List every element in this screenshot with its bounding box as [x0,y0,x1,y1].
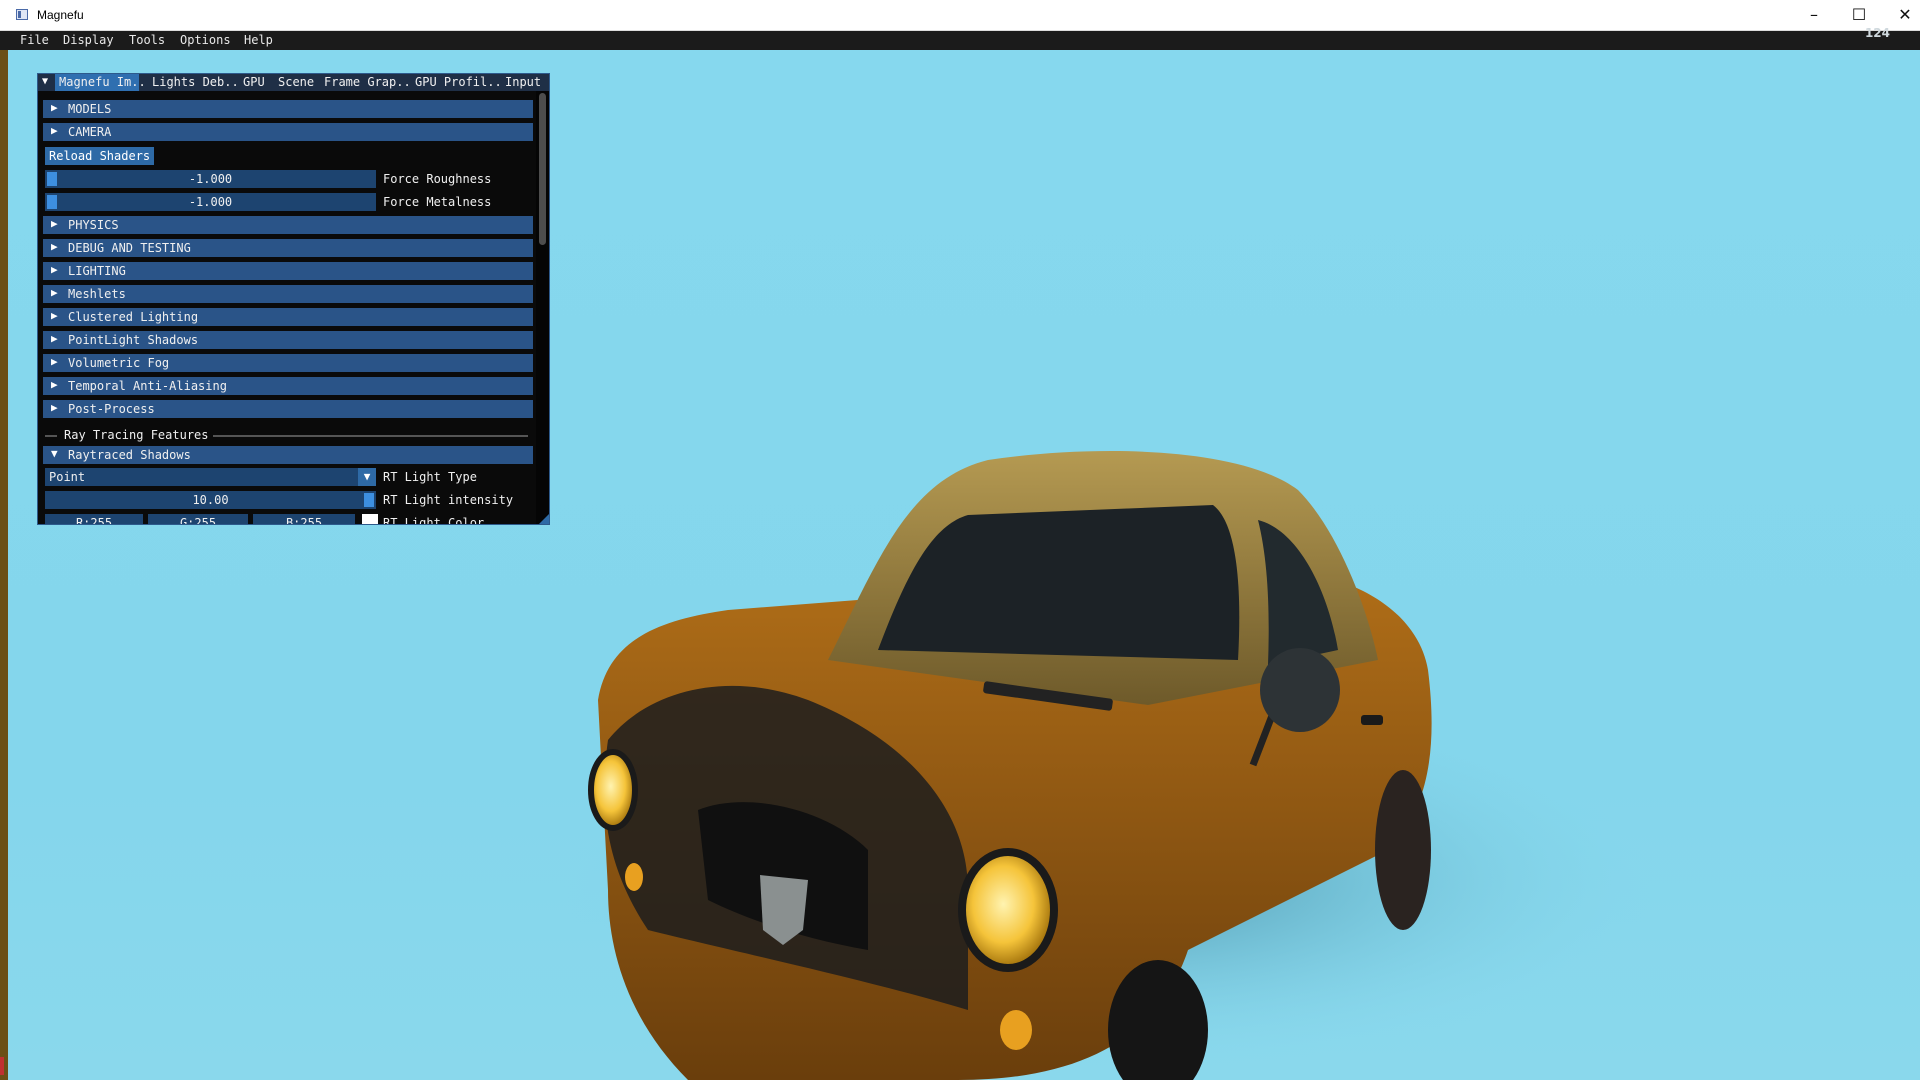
resize-grip-icon[interactable] [539,514,549,524]
rt-light-intensity-slider[interactable]: 10.00 [45,491,376,509]
expand-arrow-icon: ▶ [51,124,58,137]
header-label: MODELS [68,102,112,116]
rt-light-color-swatch[interactable] [362,514,378,524]
menu-bar: File Display Tools Options Help [0,31,1920,50]
header-meshlets[interactable]: ▶ Meshlets [43,285,533,303]
expand-arrow-icon: ▶ [51,240,58,253]
rt-light-type-combo[interactable]: Point ▼ [45,468,376,486]
force-metalness-slider[interactable]: -1.000 [45,193,376,211]
separator-line [45,435,57,437]
menu-options[interactable]: Options [180,33,231,47]
expand-arrow-icon: ▶ [51,309,58,322]
header-raytraced-shadows[interactable]: ▼ Raytraced Shadows [43,446,533,464]
header-debug-and-testing[interactable]: ▶ DEBUG AND TESTING [43,239,533,257]
header-label: Raytraced Shadows [68,448,191,462]
tab-gpu-profiler[interactable]: GPU Profil.. [415,74,502,91]
fps-counter: 124 [1864,26,1890,40]
header-temporal-anti-aliasing[interactable]: ▶ Temporal Anti-Aliasing [43,377,533,395]
header-clustered-lighting[interactable]: ▶ Clustered Lighting [43,308,533,326]
right-headlight [958,848,1058,972]
tab-input[interactable]: Input [505,74,541,91]
menu-file[interactable]: File [20,33,49,47]
collapse-arrow-icon: ▼ [51,447,58,460]
expand-arrow-icon: ▶ [51,332,58,345]
expand-arrow-icon: ▶ [51,378,58,391]
right-fog-light [1000,1010,1032,1050]
menu-help[interactable]: Help [244,33,273,47]
combo-value: Point [49,470,86,484]
rear-wheel [1375,770,1431,930]
imgui-panel[interactable]: ▼ Magnefu Im.. Lights Deb.. GPU Scene Fr… [37,73,550,525]
tab-frame-graph[interactable]: Frame Grap.. [324,74,411,91]
tab-scene[interactable]: Scene [278,74,314,91]
app-icon [16,9,28,20]
separator-label: Ray Tracing Features [64,428,209,442]
collapse-icon[interactable]: ▼ [42,76,48,87]
scrollbar-thumb[interactable] [539,93,546,245]
force-roughness-label: Force Roughness [383,172,492,186]
rt-light-color-label: RT Light Color [383,516,485,525]
ray-tracing-separator: Ray Tracing Features [38,426,543,444]
expand-arrow-icon: ▶ [51,286,58,299]
expand-arrow-icon: ▶ [51,217,58,230]
header-camera[interactable]: ▶ CAMERA [43,123,533,141]
left-headlight [588,749,638,831]
expand-arrow-icon: ▶ [51,355,58,368]
expand-arrow-icon: ▶ [51,101,58,114]
header-label: Clustered Lighting [68,310,199,324]
header-models[interactable]: ▶ MODELS [43,100,533,118]
header-physics[interactable]: ▶ PHYSICS [43,216,533,234]
dropdown-arrow-icon[interactable]: ▼ [358,468,376,486]
header-label: Volumetric Fog [68,356,170,370]
header-lighting[interactable]: ▶ LIGHTING [43,262,533,280]
reload-shaders-button[interactable]: Reload Shaders [45,147,155,165]
header-post-process[interactable]: ▶ Post-Process [43,400,533,418]
header-label: Meshlets [68,287,126,301]
slider-value: -1.000 [188,195,233,209]
left-edge-marker [0,1057,4,1075]
panel-tab-bar: ▼ Magnefu Im.. Lights Deb.. GPU Scene Fr… [38,74,549,91]
slider-grab[interactable] [364,493,374,507]
minimize-button[interactable]: – [1791,0,1837,30]
rt-light-color-r[interactable]: R:255 [45,514,143,524]
tab-lights-debug[interactable]: Lights Deb.. [152,74,239,91]
window-title: Magnefu [37,8,84,22]
header-label: DEBUG AND TESTING [68,241,191,255]
left-edge-strip [0,50,8,1080]
rt-light-type-label: RT Light Type [383,470,477,484]
tab-magnefu-imgui[interactable]: Magnefu Im.. [55,74,146,91]
header-label: LIGHTING [68,264,126,278]
title-bar: Magnefu – ☐ ✕ [0,0,1920,31]
rt-light-color-g[interactable]: G:255 [148,514,248,524]
force-roughness-slider[interactable]: -1.000 [45,170,376,188]
rt-light-color-b[interactable]: B:255 [253,514,355,524]
header-label: CAMERA [68,125,112,139]
expand-arrow-icon: ▶ [51,401,58,414]
force-metalness-label: Force Metalness [383,195,492,209]
slider-value: -1.000 [188,172,233,186]
left-fog-light [625,863,643,891]
side-mirror [1260,648,1340,732]
header-label: Temporal Anti-Aliasing [68,379,227,393]
rt-light-intensity-label: RT Light intensity [383,493,514,507]
header-volumetric-fog[interactable]: ▶ Volumetric Fog [43,354,533,372]
header-label: Post-Process [68,402,155,416]
menu-tools[interactable]: Tools [129,33,165,47]
door-handle [1361,715,1383,725]
header-pointlight-shadows[interactable]: ▶ PointLight Shadows [43,331,533,349]
header-label: PHYSICS [68,218,119,232]
expand-arrow-icon: ▶ [51,263,58,276]
tab-gpu[interactable]: GPU [243,74,265,91]
header-label: PointLight Shadows [68,333,199,347]
menu-display[interactable]: Display [63,33,114,47]
separator-line [213,435,528,437]
panel-scrollbar[interactable] [536,91,549,524]
slider-value: 10.00 [192,493,229,507]
